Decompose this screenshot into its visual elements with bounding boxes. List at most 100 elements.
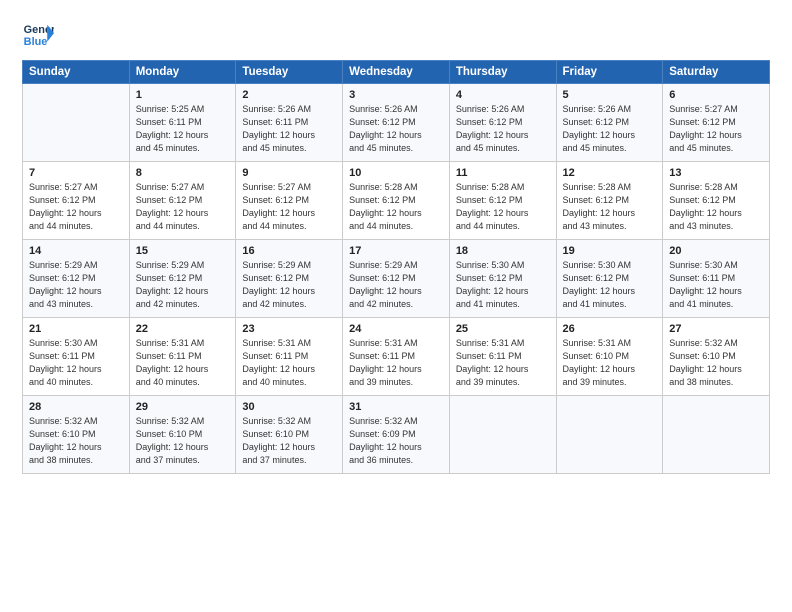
day-info: Sunrise: 5:29 AM Sunset: 6:12 PM Dayligh… (136, 259, 230, 311)
day-number: 30 (242, 401, 336, 413)
day-info: Sunrise: 5:26 AM Sunset: 6:12 PM Dayligh… (349, 103, 443, 155)
header-friday: Friday (556, 61, 663, 84)
day-number: 6 (669, 89, 763, 101)
day-info: Sunrise: 5:25 AM Sunset: 6:11 PM Dayligh… (136, 103, 230, 155)
day-number: 28 (29, 401, 123, 413)
calendar-cell: 3 Sunrise: 5:26 AM Sunset: 6:12 PM Daylig… (343, 84, 450, 162)
day-number: 19 (563, 245, 657, 257)
day-number: 8 (136, 167, 230, 179)
calendar-cell: 15 Sunrise: 5:29 AM Sunset: 6:12 PM Dayli… (129, 240, 236, 318)
calendar-cell (449, 396, 556, 474)
day-number: 23 (242, 323, 336, 335)
day-number: 5 (563, 89, 657, 101)
day-info: Sunrise: 5:29 AM Sunset: 6:12 PM Dayligh… (29, 259, 123, 311)
day-number: 18 (456, 245, 550, 257)
day-number: 2 (242, 89, 336, 101)
svg-text:Blue: Blue (24, 36, 48, 48)
page-header: General Blue (22, 18, 770, 50)
calendar-cell: 31 Sunrise: 5:32 AM Sunset: 6:09 PM Dayli… (343, 396, 450, 474)
logo: General Blue (22, 18, 54, 50)
day-number: 22 (136, 323, 230, 335)
day-number: 14 (29, 245, 123, 257)
logo-icon: General Blue (22, 18, 54, 50)
day-info: Sunrise: 5:32 AM Sunset: 6:10 PM Dayligh… (242, 415, 336, 467)
calendar-cell: 7Sunrise: 5:27 AM Sunset: 6:12 PM Daylig… (23, 162, 130, 240)
day-number: 31 (349, 401, 443, 413)
calendar-cell: 5 Sunrise: 5:26 AM Sunset: 6:12 PM Daylig… (556, 84, 663, 162)
day-number: 21 (29, 323, 123, 335)
day-number: 16 (242, 245, 336, 257)
day-info: Sunrise: 5:29 AM Sunset: 6:12 PM Dayligh… (349, 259, 443, 311)
calendar-cell: 18 Sunrise: 5:30 AM Sunset: 6:12 PM Dayli… (449, 240, 556, 318)
header-wednesday: Wednesday (343, 61, 450, 84)
day-number: 27 (669, 323, 763, 335)
calendar-cell: 29Sunrise: 5:32 AM Sunset: 6:10 PM Dayli… (129, 396, 236, 474)
day-info: Sunrise: 5:26 AM Sunset: 6:12 PM Dayligh… (456, 103, 550, 155)
calendar-cell: 4 Sunrise: 5:26 AM Sunset: 6:12 PM Daylig… (449, 84, 556, 162)
calendar-week-2: 7 Sunrise: 5:27 AM Sunset: 6:12 PM Daylig… (23, 162, 770, 240)
calendar-cell: 21 Sunrise: 5:30 AM Sunset: 6:11 PM Dayli… (23, 318, 130, 396)
calendar-cell: 10 Sunrise: 5:28 AM Sunset: 6:12 PM Dayli… (343, 162, 450, 240)
calendar-cell: 27 Sunrise: 5:32 AM Sunset: 6:10 PM Dayli… (663, 318, 770, 396)
calendar-week-1: 1 Sunrise: 5:25 AM Sunset: 6:11 PM Daylig… (23, 84, 770, 162)
calendar-cell: 2 Sunrise: 5:26 AM Sunset: 6:11 PM Daylig… (236, 84, 343, 162)
calendar-cell: 9Sunrise: 5:27 AM Sunset: 6:12 PM Daylig… (236, 162, 343, 240)
day-number: 1 (136, 89, 230, 101)
calendar-cell: 25Sunrise: 5:31 AM Sunset: 6:11 PM Dayli… (449, 318, 556, 396)
day-info: Sunrise: 5:26 AM Sunset: 6:11 PM Dayligh… (242, 103, 336, 155)
calendar-cell: 16Sunrise: 5:29 AM Sunset: 6:12 PM Dayli… (236, 240, 343, 318)
header-thursday: Thursday (449, 61, 556, 84)
day-info: Sunrise: 5:32 AM Sunset: 6:09 PM Dayligh… (349, 415, 443, 467)
day-number: 17 (349, 245, 443, 257)
day-number: 3 (349, 89, 443, 101)
day-number: 13 (669, 167, 763, 179)
calendar-cell: 26 Sunrise: 5:31 AM Sunset: 6:10 PM Dayli… (556, 318, 663, 396)
calendar-cell: 24 Sunrise: 5:31 AM Sunset: 6:11 PM Dayli… (343, 318, 450, 396)
day-info: Sunrise: 5:26 AM Sunset: 6:12 PM Dayligh… (563, 103, 657, 155)
day-number: 25 (456, 323, 550, 335)
day-info: Sunrise: 5:28 AM Sunset: 6:12 PM Dayligh… (563, 181, 657, 233)
calendar-cell (663, 396, 770, 474)
day-info: Sunrise: 5:32 AM Sunset: 6:10 PM Dayligh… (136, 415, 230, 467)
day-number: 24 (349, 323, 443, 335)
header-sunday: Sunday (23, 61, 130, 84)
day-number: 4 (456, 89, 550, 101)
calendar-cell: 8 Sunrise: 5:27 AM Sunset: 6:12 PM Daylig… (129, 162, 236, 240)
calendar-cell: 14 Sunrise: 5:29 AM Sunset: 6:12 PM Dayli… (23, 240, 130, 318)
calendar-cell (556, 396, 663, 474)
calendar-cell: 1 Sunrise: 5:25 AM Sunset: 6:11 PM Daylig… (129, 84, 236, 162)
day-info: Sunrise: 5:28 AM Sunset: 6:12 PM Dayligh… (349, 181, 443, 233)
calendar-table: SundayMondayTuesdayWednesdayThursdayFrid… (22, 60, 770, 474)
day-number: 20 (669, 245, 763, 257)
day-info: Sunrise: 5:31 AM Sunset: 6:11 PM Dayligh… (242, 337, 336, 389)
calendar-week-4: 21 Sunrise: 5:30 AM Sunset: 6:11 PM Dayli… (23, 318, 770, 396)
day-info: Sunrise: 5:30 AM Sunset: 6:11 PM Dayligh… (29, 337, 123, 389)
day-number: 10 (349, 167, 443, 179)
header-tuesday: Tuesday (236, 61, 343, 84)
calendar-cell: 30 Sunrise: 5:32 AM Sunset: 6:10 PM Dayli… (236, 396, 343, 474)
day-info: Sunrise: 5:32 AM Sunset: 6:10 PM Dayligh… (669, 337, 763, 389)
day-number: 7 (29, 167, 123, 179)
day-number: 15 (136, 245, 230, 257)
calendar-cell: 23 Sunrise: 5:31 AM Sunset: 6:11 PM Dayli… (236, 318, 343, 396)
day-number: 26 (563, 323, 657, 335)
calendar-week-3: 14 Sunrise: 5:29 AM Sunset: 6:12 PM Dayli… (23, 240, 770, 318)
day-info: Sunrise: 5:27 AM Sunset: 6:12 PM Dayligh… (136, 181, 230, 233)
calendar-cell: 20 Sunrise: 5:30 AM Sunset: 6:11 PM Dayli… (663, 240, 770, 318)
calendar-cell: 22Sunrise: 5:31 AM Sunset: 6:11 PM Dayli… (129, 318, 236, 396)
day-info: Sunrise: 5:28 AM Sunset: 6:12 PM Dayligh… (456, 181, 550, 233)
day-info: Sunrise: 5:31 AM Sunset: 6:10 PM Dayligh… (563, 337, 657, 389)
calendar-cell (23, 84, 130, 162)
header-saturday: Saturday (663, 61, 770, 84)
calendar-cell: 28Sunrise: 5:32 AM Sunset: 6:10 PM Dayli… (23, 396, 130, 474)
calendar-week-5: 28 Sunrise: 5:32 AM Sunset: 6:10 PM Dayli… (23, 396, 770, 474)
day-info: Sunrise: 5:28 AM Sunset: 6:12 PM Dayligh… (669, 181, 763, 233)
day-info: Sunrise: 5:30 AM Sunset: 6:11 PM Dayligh… (669, 259, 763, 311)
calendar-cell: 11Sunrise: 5:28 AM Sunset: 6:12 PM Dayli… (449, 162, 556, 240)
calendar-cell: 6Sunrise: 5:27 AM Sunset: 6:12 PM Daylig… (663, 84, 770, 162)
calendar-cell: 13 Sunrise: 5:28 AM Sunset: 6:12 PM Dayli… (663, 162, 770, 240)
day-info: Sunrise: 5:30 AM Sunset: 6:12 PM Dayligh… (456, 259, 550, 311)
day-info: Sunrise: 5:27 AM Sunset: 6:12 PM Dayligh… (242, 181, 336, 233)
calendar-header-row: SundayMondayTuesdayWednesdayThursdayFrid… (23, 61, 770, 84)
day-info: Sunrise: 5:31 AM Sunset: 6:11 PM Dayligh… (349, 337, 443, 389)
